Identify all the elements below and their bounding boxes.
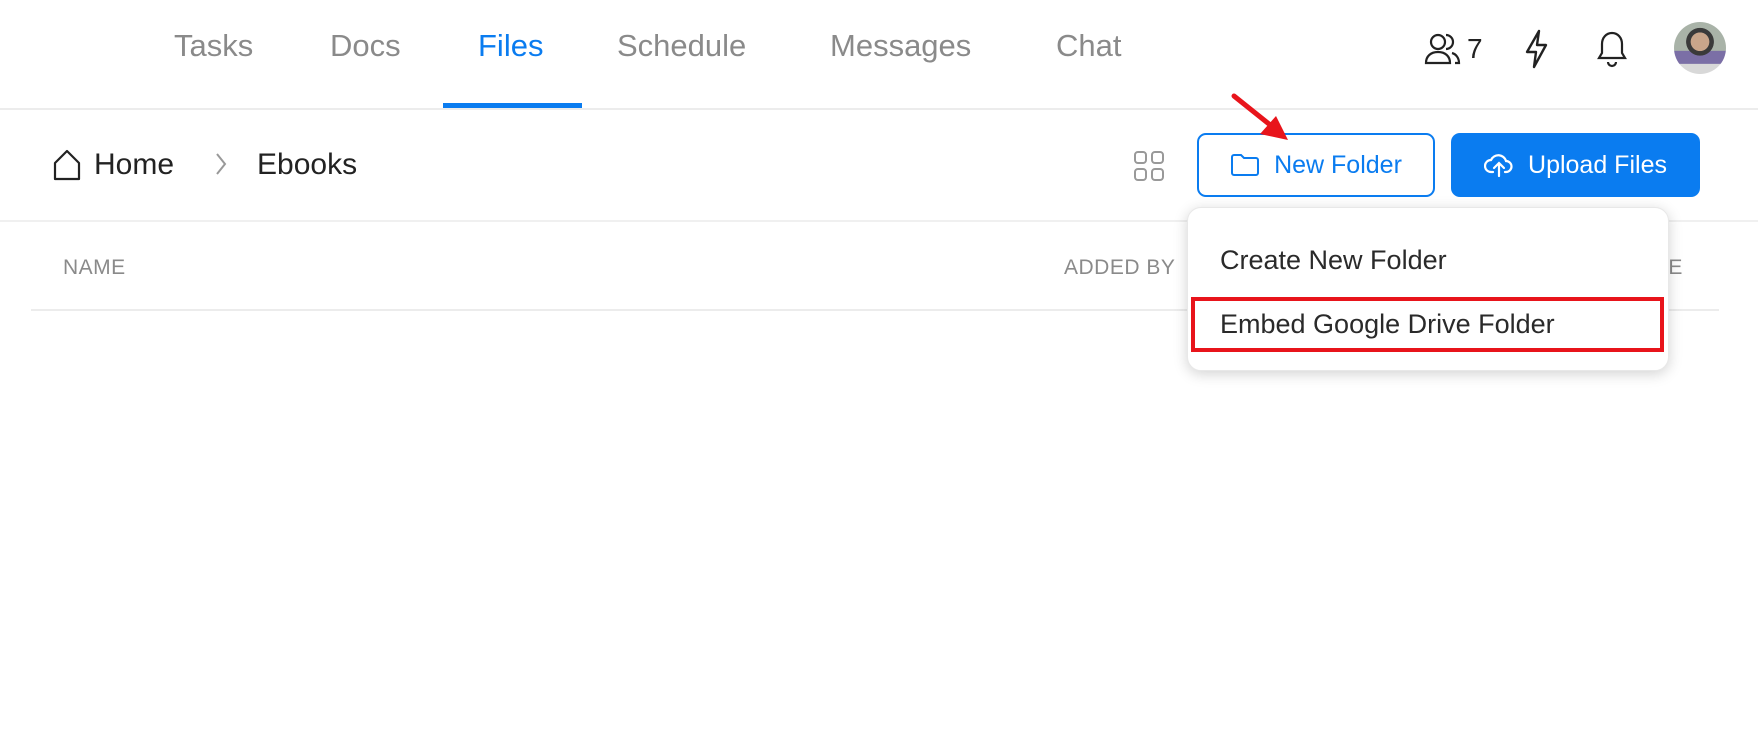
nav-divider xyxy=(0,108,1758,110)
breadcrumb-current: Ebooks xyxy=(257,148,358,181)
chevron-right-icon xyxy=(214,151,228,182)
menu-item-create-new-folder[interactable]: Create New Folder xyxy=(1220,245,1447,276)
home-icon[interactable] xyxy=(52,149,82,181)
tab-files[interactable]: Files xyxy=(478,28,543,64)
tab-tasks[interactable]: Tasks xyxy=(174,28,253,64)
tab-messages[interactable]: Messages xyxy=(830,28,971,64)
column-header-name[interactable]: NAME xyxy=(63,256,126,280)
new-folder-label: New Folder xyxy=(1274,150,1402,179)
column-header-added-by[interactable]: ADDED BY xyxy=(1064,256,1175,280)
upload-files-button[interactable]: Upload Files xyxy=(1451,133,1700,197)
breadcrumb-home[interactable]: Home xyxy=(94,148,174,182)
tab-chat[interactable]: Chat xyxy=(1056,28,1121,64)
bolt-icon[interactable] xyxy=(1524,29,1548,69)
avatar[interactable] xyxy=(1674,22,1726,74)
members-count: 7 xyxy=(1467,33,1483,64)
users-icon xyxy=(1424,33,1461,65)
menu-item-embed-google-drive-folder[interactable]: Embed Google Drive Folder xyxy=(1220,309,1555,340)
new-folder-dropdown: Create New Folder Embed Google Drive Fol… xyxy=(1187,207,1669,371)
folder-icon xyxy=(1231,154,1260,176)
tab-schedule[interactable]: Schedule xyxy=(617,28,746,64)
cloud-upload-icon xyxy=(1484,154,1513,178)
grid-view-icon[interactable] xyxy=(1134,151,1164,181)
bell-icon[interactable] xyxy=(1596,30,1628,68)
red-arrow-annotation xyxy=(1231,93,1288,140)
tab-docs[interactable]: Docs xyxy=(330,28,401,64)
members-button[interactable] xyxy=(1424,31,1462,67)
upload-files-label: Upload Files xyxy=(1528,150,1667,179)
